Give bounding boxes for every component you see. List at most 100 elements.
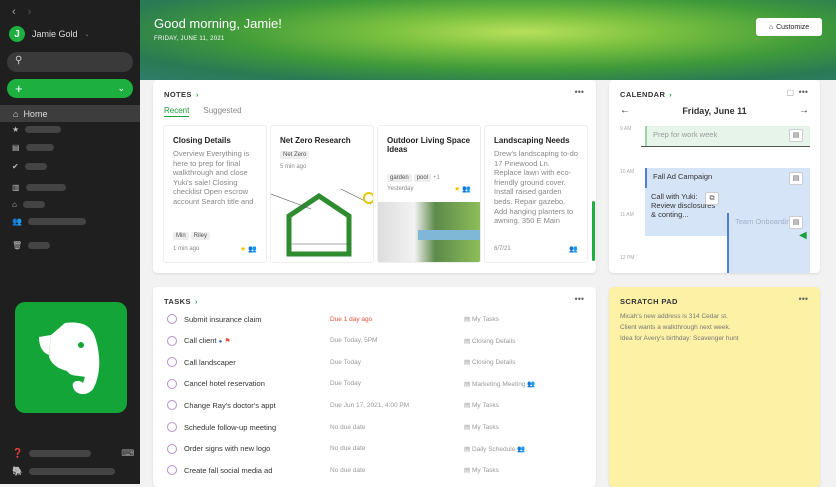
tab-suggested[interactable]: Suggested	[203, 106, 241, 117]
sidebar-item-notes[interactable]: ▤	[12, 143, 54, 152]
customize-button[interactable]: ⌂ Customize	[756, 18, 822, 36]
tag: Net Zero	[280, 151, 310, 159]
tag: Riley	[190, 232, 211, 240]
task-note-link[interactable]: ▤ Closing Details	[464, 337, 515, 345]
task-due: Due Today	[330, 380, 361, 388]
task-checkbox[interactable]	[167, 443, 177, 454]
task-note-link[interactable]: ▤ Daily Schedule 👥	[464, 445, 525, 453]
note-title: Closing Details	[173, 136, 231, 145]
scratch-pad-text[interactable]: Micah's new address is 314 Cedar st. Clie…	[620, 311, 739, 344]
note-card[interactable]: Net Zero Research Net Zero 5 min ago	[270, 125, 374, 263]
scratch-pad-widget[interactable]: SCRATCH PAD ••• Micah's new address is 3…	[609, 287, 820, 487]
plus-icon: +	[15, 81, 23, 96]
shared-icon: 👥	[527, 380, 536, 388]
task-row[interactable]: Cancel hotel reservation Due Today ▤ Mar…	[167, 378, 587, 389]
time-label: 12 PM	[620, 255, 635, 261]
widget-title[interactable]: CALENDAR ›	[620, 90, 672, 99]
forward-icon[interactable]: ›	[28, 6, 32, 18]
new-note-button[interactable]: + ⌄	[7, 79, 133, 98]
next-day-icon[interactable]: →	[799, 105, 809, 116]
task-checkbox[interactable]	[167, 465, 177, 476]
elephant-icon: 🐘	[12, 466, 24, 476]
shared-icon: 👥	[517, 445, 526, 453]
task-name: Call landscaper	[184, 357, 236, 367]
more-icon[interactable]: •••	[575, 294, 584, 304]
task-checkbox[interactable]	[167, 335, 177, 346]
calendar-day: Friday, June 11	[682, 106, 747, 116]
calendar-icon[interactable]: ▢	[786, 88, 794, 97]
header-banner	[140, 0, 836, 80]
note-icon: ▤	[464, 467, 471, 475]
task-note-link[interactable]: ▤ My Tasks	[464, 401, 499, 409]
note-add-icon[interactable]: ▤	[789, 216, 803, 229]
task-row[interactable]: Schedule follow-up meeting No due date ▤…	[167, 422, 587, 432]
task-row[interactable]: Submit insurance claim Due 1 day ago ▤ M…	[167, 314, 587, 324]
help-icon: ❓	[12, 448, 24, 458]
task-checkbox[interactable]	[167, 422, 177, 432]
lock-icon: ⌂	[12, 200, 17, 209]
calendar-widget: CALENDAR › ▢ ••• ← Friday, June 11 → 9 AM…	[609, 80, 820, 273]
task-checkbox[interactable]	[167, 314, 177, 324]
flag-icon: ⚑	[224, 338, 231, 346]
task-name: Submit insurance claim	[184, 314, 262, 324]
task-name: Order signs with new logo	[184, 444, 271, 454]
note-time: 1 min ago	[173, 246, 200, 252]
arrow-left-icon: ◀	[799, 230, 807, 241]
task-note-link[interactable]: ▤ My Tasks	[464, 315, 499, 323]
sidebar-item-home[interactable]: ⌂ Home	[0, 105, 140, 122]
sidebar-item-shortcuts[interactable]: ★	[12, 125, 62, 134]
task-checkbox[interactable]	[167, 357, 177, 368]
task-note-link[interactable]: ▤ Closing Details	[464, 358, 515, 366]
note-icon[interactable]: ▤	[789, 129, 803, 142]
time-label: 9 AM	[620, 126, 632, 132]
task-row[interactable]: Create fall social media ad No due date …	[167, 465, 587, 476]
sidebar-item-spaces[interactable]: ⌂	[12, 200, 45, 209]
task-row[interactable]: Call landscaper Due Today ▤ Closing Deta…	[167, 357, 587, 368]
user-name: Jamie Gold	[32, 29, 78, 39]
task-row[interactable]: Change Ray's doctor's appt Due Jun 17, 2…	[167, 400, 587, 411]
note-add-icon[interactable]: ▤	[789, 172, 803, 185]
task-note-link[interactable]: ▤ My Tasks	[464, 423, 499, 431]
more-icon[interactable]: •••	[575, 87, 584, 97]
account-switcher[interactable]: J Jamie Gold ⌄	[9, 26, 90, 42]
note-title: Outdoor Living Space Ideas	[387, 136, 471, 154]
date-label: FRIDAY, JUNE 11, 2021	[154, 36, 225, 42]
task-note-link[interactable]: ▤ Marketing Meeting 👥	[464, 380, 535, 388]
more-icon[interactable]: •••	[799, 87, 808, 97]
task-row[interactable]: Call client ● ⚑ Due Today, 5PM ▤ Closing…	[167, 335, 587, 346]
tab-recent[interactable]: Recent	[164, 106, 190, 117]
copy-icon[interactable]: ⧉	[705, 192, 719, 205]
search-input[interactable]: ⚲	[7, 52, 133, 72]
widget-title[interactable]: TASKS ›	[164, 297, 198, 306]
task-checkbox[interactable]	[167, 378, 177, 389]
back-icon[interactable]: ‹	[12, 6, 16, 18]
task-due: No due date	[330, 466, 366, 474]
note-icon: ▤	[464, 424, 471, 431]
note-icon: ▤	[464, 337, 471, 345]
task-note-link[interactable]: ▤ My Tasks	[464, 466, 499, 474]
sidebar-item-notebooks[interactable]: ▥	[12, 183, 66, 192]
chevron-down-icon[interactable]: ⌄	[117, 83, 125, 94]
task-row[interactable]: Order signs with new logo No due date ▤ …	[167, 443, 587, 454]
upgrade-button[interactable]: 🐘	[12, 466, 116, 477]
help-button[interactable]: ❓ ⌨	[12, 448, 134, 459]
sidebar-item-shared[interactable]: 👥	[12, 217, 86, 226]
task-due: Due Today, 5PM	[330, 337, 378, 345]
note-icon: ▤	[464, 445, 471, 453]
more-icon[interactable]: •••	[799, 294, 808, 304]
note-card[interactable]: Landscaping Needs Drew's landscaping to-…	[484, 125, 588, 263]
note-card[interactable]: Outdoor Living Space Ideas garden pool +1 …	[377, 125, 481, 263]
sidebar-item-trash[interactable]: 🗑	[12, 241, 51, 250]
widget-title[interactable]: NOTES ›	[164, 90, 199, 99]
more-tags: +1	[433, 175, 440, 181]
sidebar-item-tasks[interactable]: ✔	[12, 162, 47, 171]
note-icon: ▤	[464, 380, 471, 388]
star-icon: ★	[12, 125, 20, 134]
scrollbar[interactable]	[592, 201, 595, 261]
note-card[interactable]: Closing Details Overview Everything is h…	[163, 125, 267, 263]
note-icon: ▤	[464, 316, 471, 323]
note-time: Yesterday	[387, 186, 414, 192]
widget-title: SCRATCH PAD	[620, 297, 678, 306]
calendar-event[interactable]: Prep for work week	[645, 126, 810, 146]
task-checkbox[interactable]	[167, 400, 177, 411]
